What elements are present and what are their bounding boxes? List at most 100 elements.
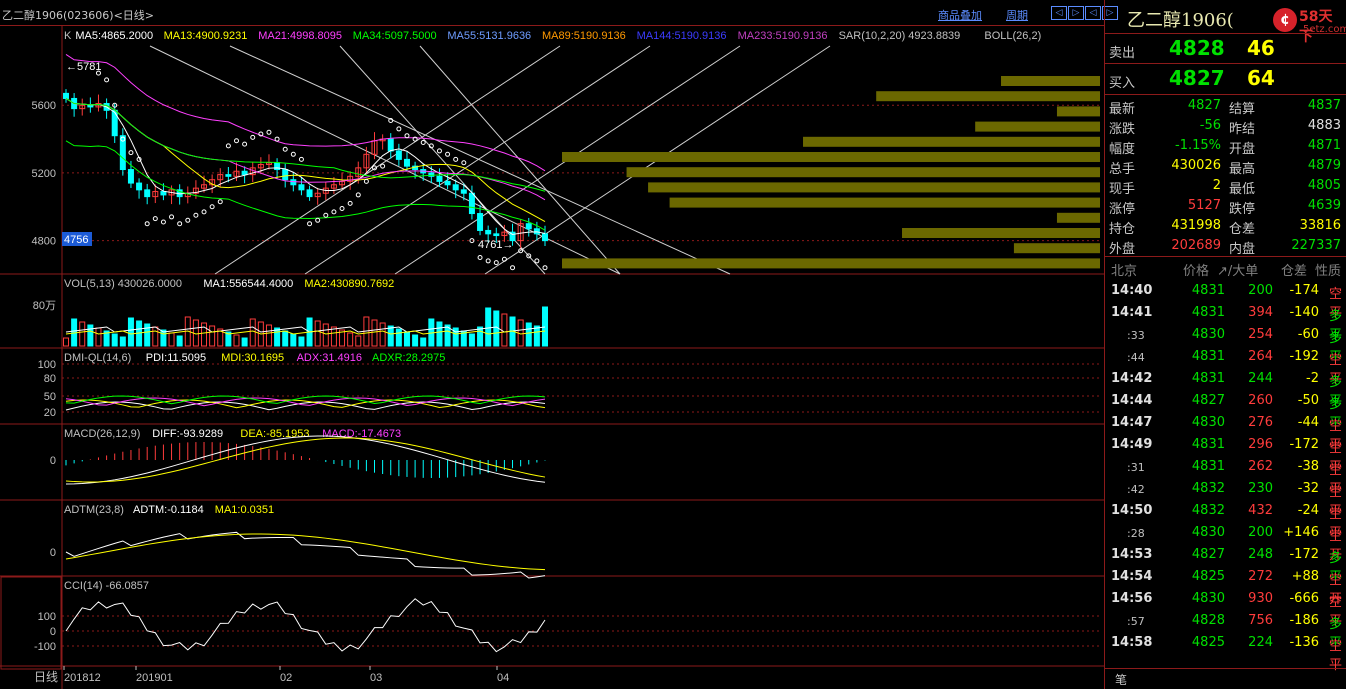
ask-row: 卖出 4828 46 <box>1105 33 1346 63</box>
legend-item: MA34:5097.5000 <box>353 30 437 42</box>
tick-oi: -2 <box>1306 371 1319 386</box>
tick-oi: -38 <box>1297 459 1319 474</box>
high-label: ←5781 <box>66 61 101 73</box>
sar-dot <box>144 221 150 227</box>
period-link[interactable]: 周期 <box>1006 7 1028 23</box>
overlay-link[interactable]: 商品叠加 <box>938 7 982 23</box>
volume-bar <box>533 325 540 347</box>
candle-body <box>460 189 467 194</box>
volume-bar <box>168 332 175 347</box>
volume-profile-bar <box>669 197 1100 208</box>
tick-oi: +146 <box>1283 525 1319 540</box>
sar-dot <box>363 178 369 184</box>
sar-dot <box>347 200 353 206</box>
sar-dot <box>339 205 345 211</box>
volume-bar <box>79 321 86 347</box>
candle-body <box>241 170 248 176</box>
sar-dot <box>225 143 231 149</box>
legend-item: ADXR:28.2975 <box>372 352 445 364</box>
stat-value: 431998 <box>1171 218 1221 233</box>
legend-item: MA21:4998.8095 <box>258 30 342 42</box>
kline-chart[interactable]: K MA5:4865.2000 MA13:4900.9231 MA21:4998.80… <box>0 26 1104 689</box>
stat-label: 外盘 <box>1109 242 1136 257</box>
tick-oi: -24 <box>1297 503 1319 518</box>
candle-body <box>493 233 500 237</box>
sar-dot <box>242 141 248 147</box>
tick-row: :44 4831 264 -192 空平 <box>1105 345 1346 387</box>
tick-row: 14:44 4827 260 -50 多平 <box>1105 389 1346 431</box>
candle-body <box>485 229 492 235</box>
ask-label: 卖出 <box>1109 46 1136 61</box>
volume-bar <box>420 337 427 347</box>
tick-time: 14:58 <box>1111 635 1153 650</box>
legend-item: MDI:30.1695 <box>221 352 284 364</box>
x-tick-label: 04 <box>497 672 509 684</box>
volume-profile-bar <box>1056 212 1100 223</box>
tick-header-oi: 仓差 <box>1281 264 1308 279</box>
candle-body <box>111 109 118 137</box>
tick-volume: 394 <box>1248 305 1273 320</box>
volume-bar <box>249 318 256 347</box>
volume-profile-bar <box>876 91 1100 102</box>
zoom-left-icon[interactable]: ◁ <box>1085 6 1101 20</box>
tick-price: 4830 <box>1191 327 1225 342</box>
tick-price: 4825 <box>1191 635 1225 650</box>
tick-volume: 432 <box>1248 503 1273 518</box>
tick-volume: 244 <box>1248 371 1273 386</box>
boll-upper-line <box>65 54 546 172</box>
legend-item: MACD(26,12,9) <box>64 428 140 440</box>
sar-dot <box>266 129 272 135</box>
volume-bar <box>525 322 532 347</box>
candle-body <box>444 180 451 186</box>
tick-row: 14:40 4831 200 -174 空平 <box>1105 279 1346 321</box>
sar-dot <box>396 126 402 132</box>
tick-volume: 276 <box>1248 415 1273 430</box>
volume-bar <box>282 330 289 347</box>
tick-list[interactable]: 北京 价格 ↗/大单 仓差 性质 14:40 4831 200 -174 空平 14:41… <box>1105 256 1346 673</box>
tick-volume: 756 <box>1248 613 1273 628</box>
tick-price: 4831 <box>1191 349 1225 364</box>
stat-value: 202689 <box>1171 238 1221 253</box>
sar-dot <box>169 214 175 220</box>
tick-oi: -172 <box>1289 437 1319 452</box>
legend-item: MA89:5190.9136 <box>542 30 626 42</box>
candle-body <box>136 182 143 191</box>
quote-panel: 乙二醇1906( ¢ 58天下 5etz.com 卖出 4828 46 买入 4… <box>1104 0 1346 689</box>
sar-dot <box>445 151 451 157</box>
candle-body <box>160 191 167 196</box>
tick-volume: 930 <box>1248 591 1273 606</box>
volume-bar <box>95 327 102 347</box>
tick-time: 14:50 <box>1111 503 1153 518</box>
volume-bar <box>176 335 183 347</box>
sar-dot <box>461 160 467 166</box>
bottom-tab[interactable]: 笔 <box>1105 668 1346 689</box>
tick-price: 4830 <box>1191 415 1225 430</box>
stat-row: 最新 4827 结算 4837 <box>1105 95 1346 117</box>
tick-volume: 262 <box>1248 459 1273 474</box>
volume-bar <box>201 322 208 347</box>
sar-dot <box>493 260 499 266</box>
volume-bar <box>127 317 134 347</box>
legend-item: MA233:5190.9136 <box>738 30 828 42</box>
volume-bar <box>330 326 337 347</box>
sar-dot <box>177 221 183 227</box>
tick-price: 4831 <box>1191 305 1225 320</box>
legend-item: DEA:-85.1953 <box>240 428 309 440</box>
tick-row: :42 4832 230 -32 空平 <box>1105 477 1346 519</box>
tick-price: 4831 <box>1191 437 1225 452</box>
legend-item: PDI:11.5095 <box>146 352 206 364</box>
legend-item: MA2:430890.7692 <box>304 278 394 290</box>
y-tick-label: 100 <box>38 359 56 371</box>
nav-left-icon[interactable]: ◁ <box>1051 6 1067 20</box>
nav-right-icon[interactable]: ▷ <box>1068 6 1084 20</box>
tick-tab[interactable]: 笔 <box>1115 671 1127 688</box>
tick-header-big: ↗/大单 <box>1217 264 1259 279</box>
y-tick-label: 0 <box>50 455 56 467</box>
candle-body <box>452 184 459 191</box>
legend-item: MA55:5131.9636 <box>447 30 531 42</box>
tick-time: :28 <box>1127 527 1145 540</box>
y-tick-label: 0 <box>50 626 56 638</box>
candle-body <box>477 213 484 231</box>
volume-bar <box>501 313 508 347</box>
sar-dot <box>323 212 329 218</box>
